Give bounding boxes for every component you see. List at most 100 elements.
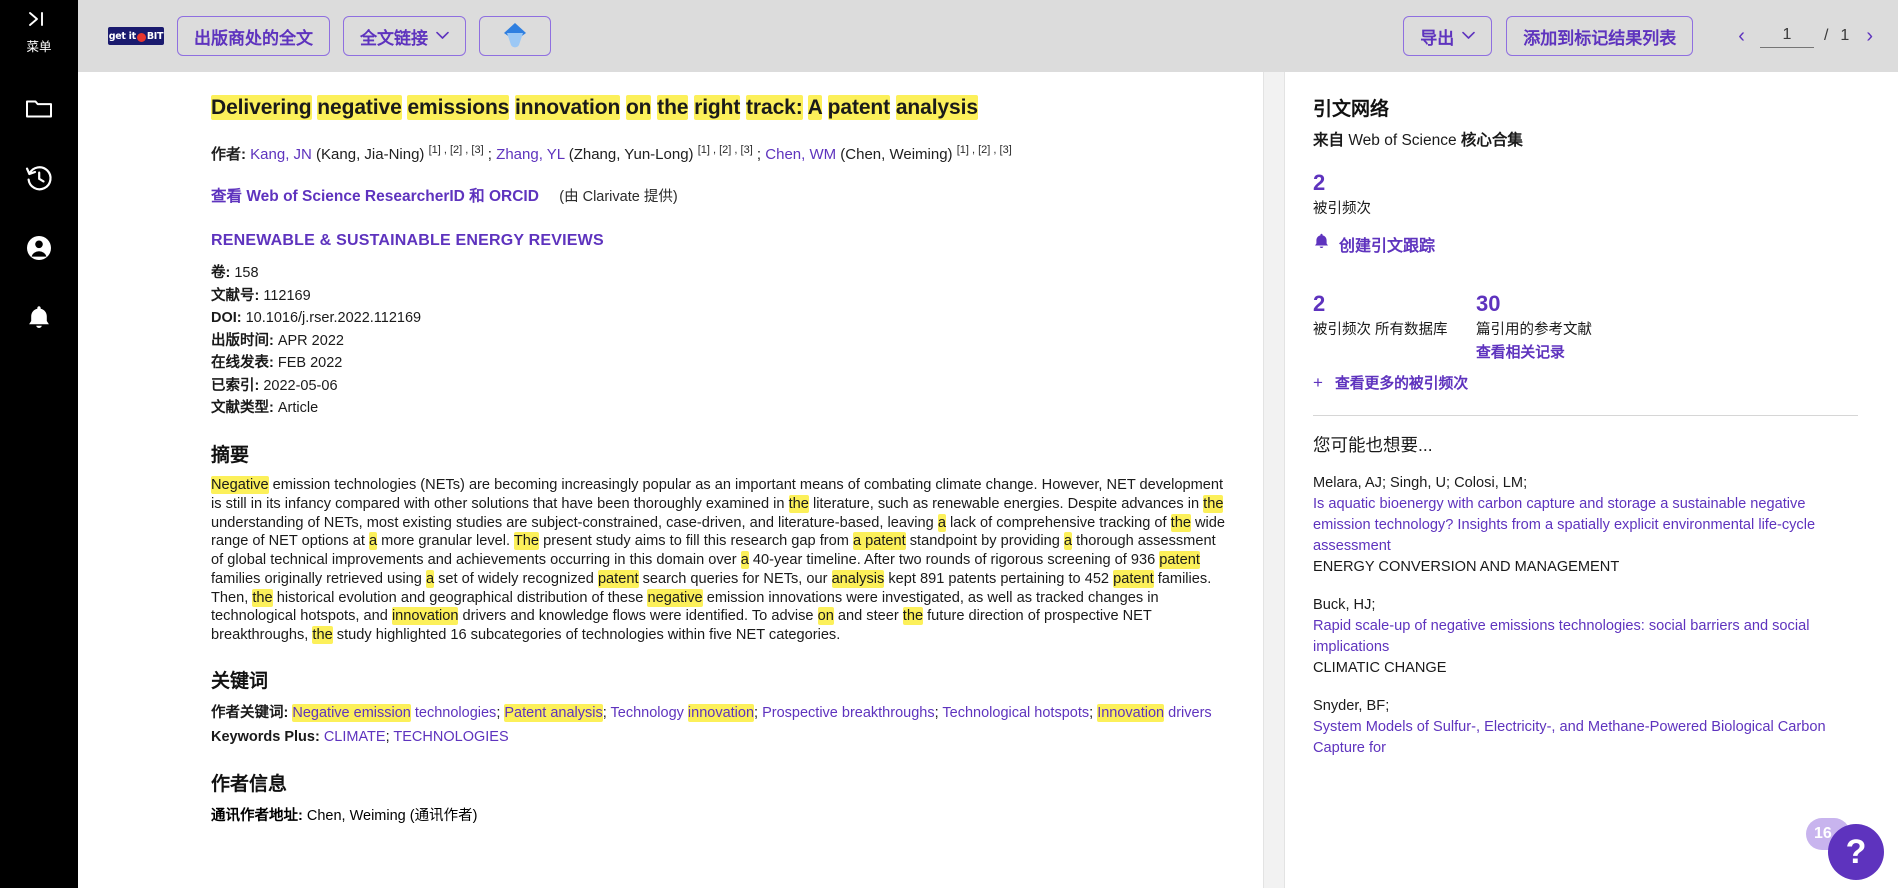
citation-metrics: 2 被引频次 所有数据库 30 篇引用的参考文献 查看相关记录	[1313, 291, 1858, 362]
abstract-highlight: analysis	[831, 569, 885, 588]
main-column: get it BIT 出版商处的全文 全文链接 导出 添加到标记结果列表 ‹ 1…	[78, 0, 1898, 888]
citation-source-line: 来自 Web of Science 核心合集	[1313, 128, 1858, 150]
author-keyword-link[interactable]: Negative emission technologies	[292, 703, 496, 722]
export-button[interactable]: 导出	[1403, 16, 1493, 56]
fulltext-links-button[interactable]: 全文链接	[343, 16, 466, 56]
page-number-input[interactable]	[1759, 24, 1814, 48]
keywords-heading: 关键词	[211, 670, 269, 692]
author-keyword-link[interactable]: Technological hotspots	[942, 705, 1089, 721]
toolbar-right-group: 导出 添加到标记结果列表 ‹ / 1 ›	[1403, 16, 1880, 56]
abstract-highlight: a patent	[852, 532, 906, 551]
view-related-records-link[interactable]: 查看相关记录	[1476, 341, 1565, 362]
author-affiliation-ref[interactable]: [2]	[450, 144, 462, 156]
add-to-marked-list-button[interactable]: 添加到标记结果列表	[1506, 16, 1694, 56]
abstract-highlight: negative	[647, 588, 703, 607]
metadata-value: FEB 2022	[277, 355, 343, 372]
app-root: 菜单 get it BIT 出版商处的全文 全文链接 导出 添加到标记结果列表 …	[0, 0, 1898, 888]
author-affiliation-ref[interactable]: [2]	[978, 144, 990, 156]
author-keyword-link[interactable]: Prospective breakthroughs	[762, 705, 935, 721]
sidebar-item-history[interactable]	[16, 155, 62, 201]
publisher-fulltext-button[interactable]: 出版商处的全文	[177, 16, 330, 56]
help-widget[interactable]: 16 ?	[1806, 818, 1884, 880]
view-researcherid-link[interactable]: 查看 Web of Science ResearcherID 和 ORCID	[211, 188, 539, 205]
sidebar-item-notifications[interactable]	[16, 295, 62, 341]
bell-icon	[26, 304, 52, 332]
all-databases-label: 被引频次 所有数据库	[1313, 322, 1448, 339]
title-word: patent	[827, 95, 891, 120]
author-affiliation-ref[interactable]: [2]	[719, 144, 731, 156]
authors-list: Kang, JN (Kang, Jia-Ning) [1] , [2] , [3…	[250, 144, 1012, 164]
citation-source-suffix: 核心合集	[1460, 132, 1523, 149]
recommendation-source: ENERGY CONVERSION AND MANAGEMENT	[1313, 559, 1620, 576]
authors-label: 作者:	[211, 146, 246, 164]
next-record-button[interactable]: ›	[1859, 24, 1880, 48]
keyword-separator: ;	[1089, 704, 1094, 721]
author-link[interactable]: Kang, JN	[250, 146, 312, 163]
times-cited-value: 2	[1313, 170, 1326, 195]
author-affiliation-ref[interactable]: [3]	[471, 144, 483, 156]
title-word: Delivering	[211, 95, 312, 120]
sidebar-item-profile[interactable]	[16, 225, 62, 271]
author-link[interactable]: Chen, WM	[765, 146, 836, 163]
journal-name-link[interactable]: RENEWABLE & SUSTAINABLE ENERGY REVIEWS	[211, 232, 1228, 250]
abstract-highlight: a	[740, 551, 749, 570]
get-it-bit-badge[interactable]: get it BIT	[108, 27, 164, 45]
metadata-row: 出版时间: APR 2022	[211, 330, 1228, 352]
title-word: emissions	[407, 95, 510, 120]
abstract-highlight: the	[902, 607, 924, 626]
citation-network-heading: 引文网络	[1313, 99, 1390, 120]
help-button[interactable]: ?	[1828, 824, 1884, 880]
view-more-citations-row[interactable]: + 查看更多的被引频次	[1313, 372, 1858, 393]
researcherid-orcid-label: Web of Science ResearcherID 和 ORCID	[246, 188, 539, 206]
recommendation-title-link[interactable]: Is aquatic bioenergy with carbon capture…	[1313, 494, 1858, 557]
abstract-highlight: Negative	[211, 476, 269, 495]
author-affiliation-ref[interactable]: [1]	[698, 144, 710, 156]
recommendation-title-link[interactable]: System Models of Sulfur-, Electricity-, …	[1313, 717, 1858, 759]
author-keywords-list: Negative emission technologies; Patent a…	[292, 703, 1212, 722]
get-it-bit-dot-icon	[136, 32, 146, 42]
open-access-diamond-button[interactable]	[479, 16, 551, 56]
author-affiliation-ref[interactable]: [3]	[741, 144, 753, 156]
affiliation-separator: ,	[440, 144, 450, 157]
toolbar-left-group: get it BIT 出版商处的全文 全文链接	[108, 16, 551, 56]
chevron-down-icon	[1462, 29, 1476, 43]
bell-icon	[1313, 232, 1330, 256]
keywords-plus-link[interactable]: TECHNOLOGIES	[393, 729, 508, 745]
recommendation-authors: Buck, HJ;	[1313, 597, 1376, 614]
plus-icon: +	[1313, 373, 1323, 393]
author-link[interactable]: Zhang, YL	[496, 146, 564, 163]
author-keyword-link[interactable]: Technology innovation	[611, 703, 755, 722]
recommendation-title-link[interactable]: Rapid scale-up of negative emissions tec…	[1313, 616, 1858, 658]
page-total: 1	[1840, 27, 1850, 44]
get-it-bit-text-left: get it	[108, 30, 136, 42]
menu-label: 菜单	[26, 40, 52, 54]
corresponding-address-value: Chen, Weiming (通讯作者)	[306, 807, 478, 824]
metric-cited-references: 30 篇引用的参考文献 查看相关记录	[1476, 291, 1639, 362]
section-divider	[1313, 415, 1858, 417]
record-metadata-list: 卷: 158 文献号: 112169 DOI: 10.1016/j.rser.2022.1…	[211, 262, 1228, 419]
metadata-value: 2022-05-06	[263, 377, 338, 394]
clarivate-provider-note: (由 Clarivate 提供)	[559, 189, 678, 206]
keyword-separator: ;	[385, 728, 390, 745]
keywords-plus-link[interactable]: CLIMATE	[324, 729, 386, 745]
author-full-name: (Kang, Jia-Ning)	[311, 146, 429, 164]
corresponding-address-label: 通讯作者地址:	[211, 807, 303, 824]
sidebar-item-folder[interactable]	[16, 85, 62, 131]
metadata-row: 文献类型: Article	[211, 397, 1228, 419]
metric-all-databases: 2 被引频次 所有数据库	[1313, 291, 1476, 362]
metadata-row: 文献号: 112169	[211, 285, 1228, 307]
keyword-highlight: Patent analysis	[504, 703, 603, 722]
previous-record-button[interactable]: ‹	[1731, 24, 1752, 48]
abstract-highlight: the	[312, 625, 333, 644]
page-separator: /	[1823, 27, 1829, 44]
author-affiliation-ref[interactable]: [1]	[957, 144, 969, 156]
abstract-highlight: patent	[597, 569, 639, 588]
author-keyword-link[interactable]: Innovation drivers	[1097, 703, 1212, 722]
author-keyword-link[interactable]: Patent analysis	[504, 703, 603, 722]
keyword-separator: ;	[754, 704, 759, 721]
author-affiliation-ref[interactable]: [3]	[1000, 144, 1012, 156]
author-affiliation-ref[interactable]: [1]	[429, 144, 441, 156]
title-word: analysis	[895, 95, 978, 120]
menu-toggle-button[interactable]: 菜单	[26, 10, 52, 55]
create-citation-alert-button[interactable]: 创建引文跟踪	[1313, 232, 1858, 256]
